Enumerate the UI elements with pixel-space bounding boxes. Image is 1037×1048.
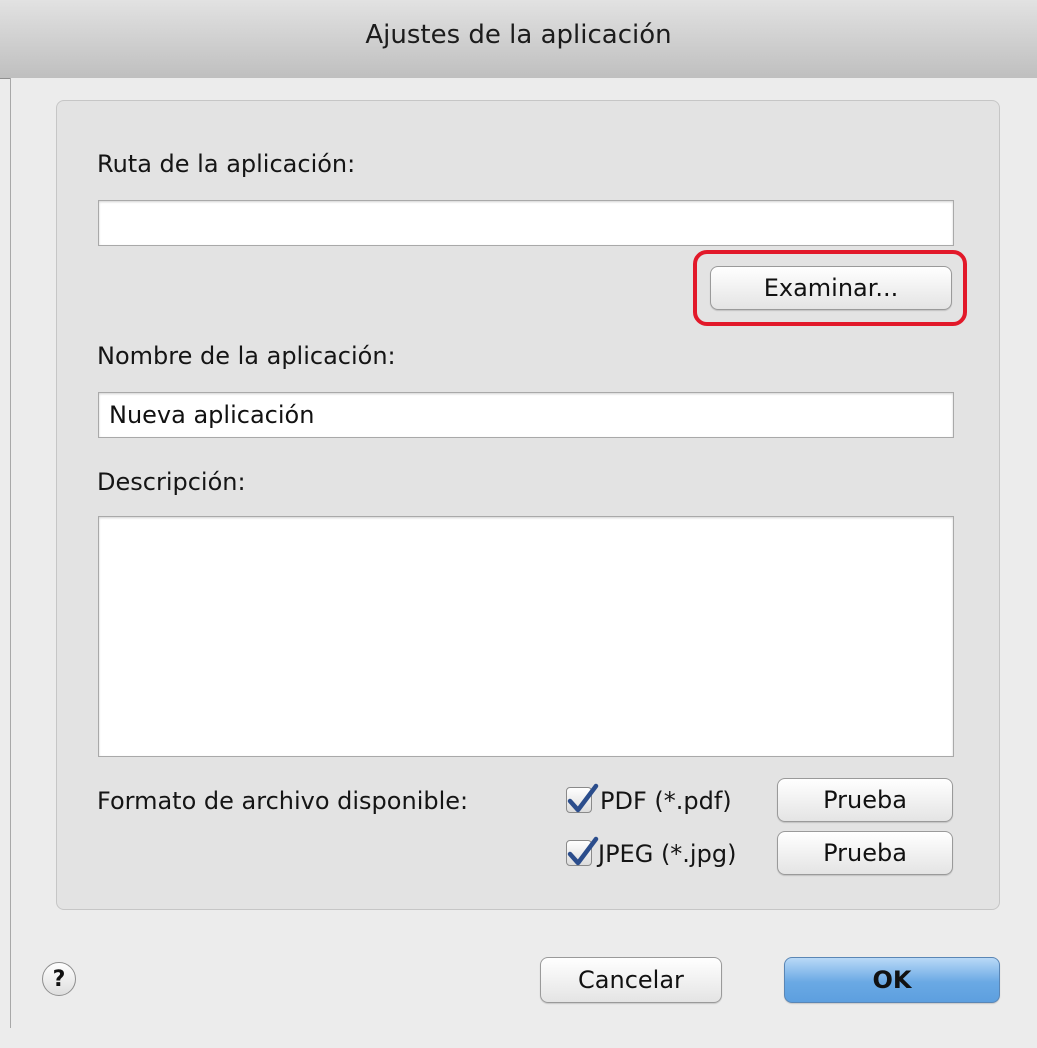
app-path-label: Ruta de la aplicación: (97, 150, 356, 178)
highlight-frame (693, 250, 967, 326)
jpeg-test-button[interactable]: Prueba (777, 831, 953, 875)
pdf-format-label: PDF (*.pdf) (600, 787, 732, 815)
app-path-input[interactable] (98, 200, 954, 246)
cancel-button[interactable]: Cancelar (540, 957, 722, 1003)
formats-label: Formato de archivo disponible: (97, 787, 469, 815)
pdf-test-button[interactable]: Prueba (777, 778, 953, 822)
checkmark-icon (567, 783, 599, 813)
app-name-input[interactable] (98, 392, 954, 438)
window-title: Ajustes de la aplicación (365, 20, 672, 50)
jpeg-checkbox[interactable] (566, 836, 599, 866)
ok-button[interactable]: OK (784, 957, 1000, 1003)
window-titlebar: Ajustes de la aplicación (0, 0, 1037, 79)
jpeg-format-label: JPEG (*.jpg) (598, 840, 737, 868)
checkmark-icon (567, 836, 599, 866)
help-icon[interactable]: ? (42, 962, 76, 996)
description-textarea[interactable] (98, 516, 954, 757)
app-name-label: Nombre de la aplicación: (97, 342, 396, 370)
pdf-checkbox[interactable] (566, 783, 599, 813)
description-label: Descripción: (97, 468, 246, 496)
